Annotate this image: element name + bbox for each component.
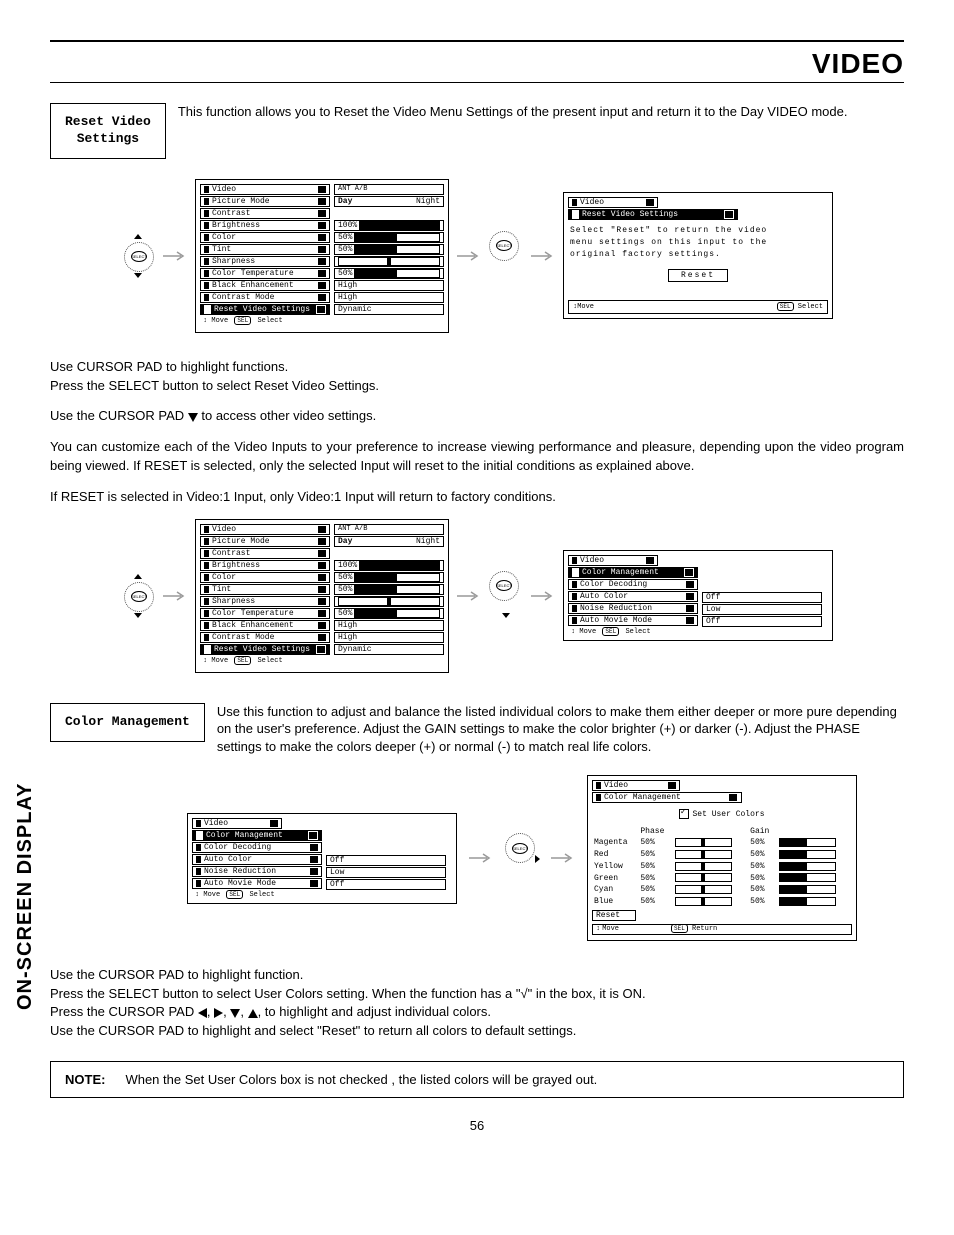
- section-color-mgmt: Color Management Use this function to ad…: [50, 703, 904, 756]
- page-title: VIDEO: [50, 48, 904, 80]
- right-triangle-icon: [214, 1008, 223, 1018]
- left-triangle-icon: [198, 1008, 207, 1018]
- diagram-row-1: SELECT Video Picture ModeContrastBrightn…: [50, 179, 904, 333]
- desc-reset-video: This function allows you to Reset the Vi…: [178, 103, 848, 121]
- arrow-right-icon: [551, 853, 575, 863]
- arrow-right-icon: [163, 591, 187, 601]
- instruction-text: Use the CURSOR PAD to access other video…: [50, 407, 904, 426]
- instruction-text: If RESET is selected in Video:1 Input, o…: [50, 488, 904, 507]
- desc-color-mgmt: Use this function to adjust and balance …: [217, 703, 904, 756]
- osd-video-submenu: Video Color ManagementColor DecodingAuto…: [563, 550, 833, 641]
- label-reset-video: Reset Video Settings: [50, 103, 166, 159]
- up-triangle-icon: [248, 1009, 258, 1018]
- cursor-pad-down-icon: SELECT: [489, 571, 523, 621]
- diagram-row-2: SELECT Video Picture ModeContrastBrightn…: [50, 519, 904, 673]
- diagram-row-3: Video Color ManagementColor DecodingAuto…: [50, 775, 904, 940]
- title-rule: [50, 82, 904, 83]
- top-rule: [50, 40, 904, 42]
- osd-video-submenu-2: Video Color ManagementColor DecodingAuto…: [187, 813, 457, 904]
- down-triangle-icon: [188, 413, 198, 422]
- cursor-pad-right-icon: SELECT: [505, 833, 539, 883]
- reset-button: Reset: [668, 269, 728, 282]
- osd-reset-dialog: Video Reset Video Settings Select "Reset…: [563, 192, 833, 319]
- set-user-colors-checkbox: [679, 809, 689, 819]
- side-label: ON-SCREEN DISPLAY: [14, 783, 37, 1010]
- arrow-right-icon: [163, 251, 187, 261]
- osd-video-menu-2: Video Picture ModeContrastBrightnessColo…: [195, 519, 449, 673]
- osd-color-mgmt: Video Color Management Set User Colors P…: [587, 775, 857, 940]
- cursor-pad-icon: SELECT: [121, 231, 155, 281]
- page-number: 56: [50, 1118, 904, 1133]
- cursor-pad-icon: SELECT: [121, 571, 155, 621]
- section-reset-video: Reset Video Settings This function allow…: [50, 103, 904, 159]
- label-color-mgmt: Color Management: [50, 703, 205, 742]
- instruction-text: Use the CURSOR PAD to highlight function…: [50, 966, 904, 1041]
- arrow-right-icon: [531, 591, 555, 601]
- instruction-text: Use CURSOR PAD to highlight functions. P…: [50, 358, 904, 396]
- select-button-icon: SELECT: [489, 231, 523, 281]
- note-box: NOTE:When the Set User Colors box is not…: [50, 1061, 904, 1098]
- down-triangle-icon: [230, 1009, 240, 1018]
- instruction-text: You can customize each of the Video Inpu…: [50, 438, 904, 476]
- arrow-right-icon: [469, 853, 493, 863]
- arrow-right-icon: [457, 591, 481, 601]
- osd-video-menu-1: Video Picture ModeContrastBrightnessColo…: [195, 179, 449, 333]
- arrow-right-icon: [531, 251, 555, 261]
- arrow-right-icon: [457, 251, 481, 261]
